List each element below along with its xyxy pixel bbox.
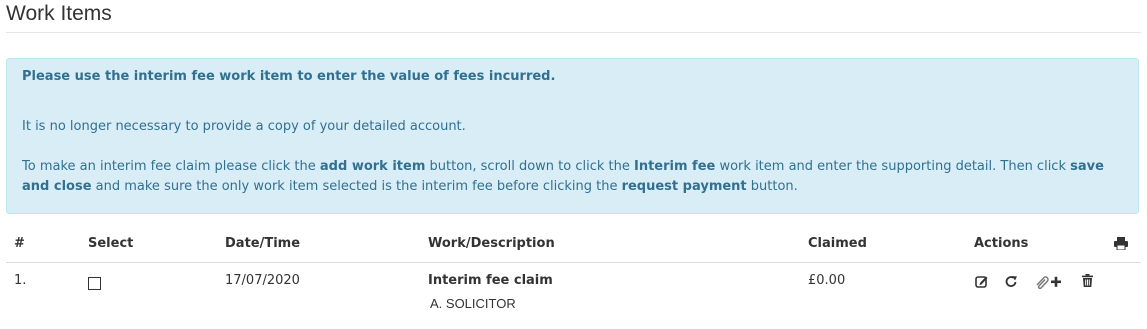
alert-lead: Please use the interim fee work item to …: [22, 69, 556, 84]
alert-text: work item and enter the supporting detai…: [715, 159, 1071, 174]
header-description: Work/Description: [428, 236, 555, 251]
paperclip-plus-icon[interactable]: [1034, 274, 1064, 289]
trash-icon[interactable]: [1082, 274, 1093, 287]
alert-bold-request-payment: request payment: [621, 179, 747, 194]
title-divider: [6, 32, 1141, 33]
alert-bold-add-work-item: add work item: [319, 159, 426, 174]
header-select: Select: [88, 236, 134, 251]
alert-text: button.: [746, 179, 798, 194]
edit-icon[interactable]: [975, 275, 988, 288]
redo-icon[interactable]: [1005, 275, 1018, 288]
row-description: Interim fee claim: [428, 273, 553, 288]
print-icon[interactable]: [1114, 237, 1128, 250]
alert-text: button, scroll down to click the: [425, 159, 634, 174]
alert-line-3: To make an interim fee claim please clic…: [22, 157, 1128, 197]
row-claimed: £0.00: [808, 273, 846, 288]
header-datetime: Date/Time: [225, 236, 301, 251]
table-header-divider: [6, 262, 1141, 263]
header-num: #: [14, 236, 25, 251]
alert-line-2: It is no longer necessary to provide a c…: [22, 119, 466, 134]
header-claimed: Claimed: [808, 236, 867, 251]
row-number: 1.: [14, 273, 27, 288]
page-title: Work Items: [6, 2, 112, 25]
alert-text: To make an interim fee claim please clic…: [22, 159, 320, 174]
alert-text: and make sure the only work item selecte…: [91, 179, 622, 194]
row-datetime: 17/07/2020: [225, 273, 300, 288]
row-select-checkbox[interactable]: [88, 277, 101, 290]
alert-bold-interim-fee: Interim fee: [633, 159, 716, 174]
header-actions: Actions: [974, 236, 1029, 251]
row-author: A. SOLICITOR: [430, 296, 516, 311]
info-alert: Please use the interim fee work item to …: [6, 58, 1139, 214]
